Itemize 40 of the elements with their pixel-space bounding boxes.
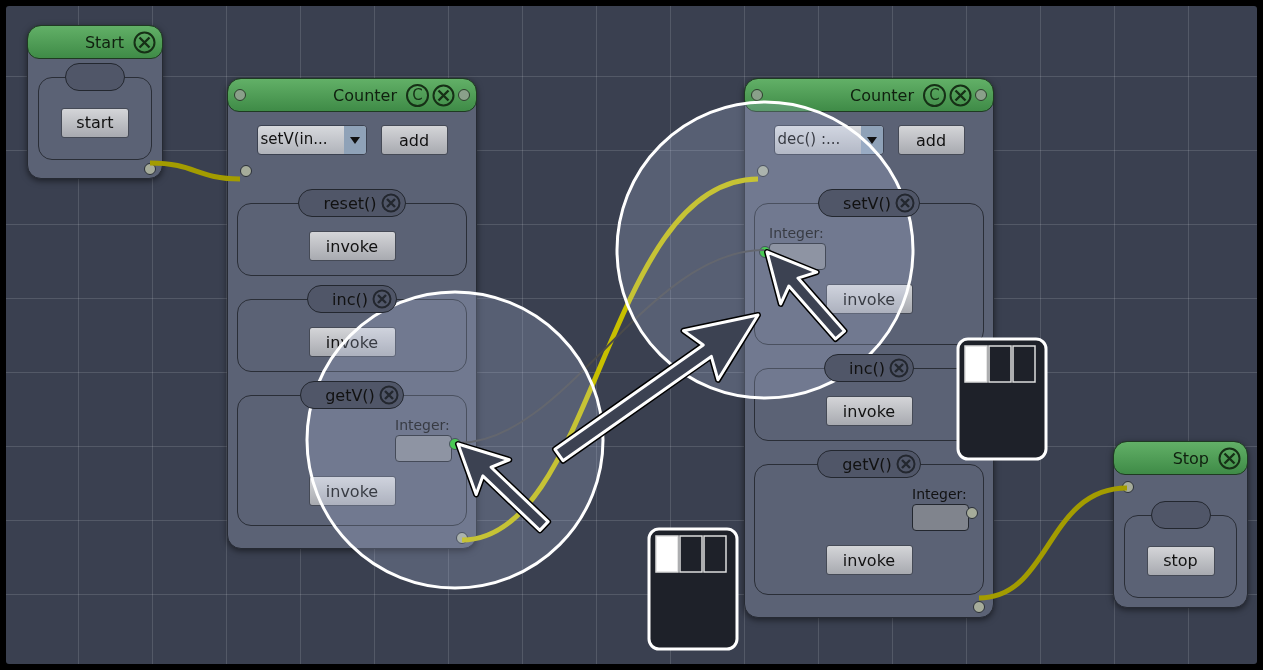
invoke-button[interactable]: invoke	[308, 231, 396, 261]
caret-icon[interactable]	[860, 126, 883, 154]
method-name: getV()	[842, 454, 892, 474]
header-port-icon[interactable]	[975, 89, 987, 101]
start-button[interactable]: start	[61, 107, 129, 138]
caret-icon[interactable]	[343, 126, 366, 154]
close-icon[interactable]	[133, 30, 156, 54]
invoke-button[interactable]: invoke	[308, 327, 396, 357]
invoke-button[interactable]: invoke	[825, 396, 913, 426]
method-dropdown[interactable]: setV(in...	[256, 125, 367, 155]
method-name: getV()	[325, 385, 375, 405]
result-label: Integer:	[395, 417, 450, 433]
param-label: Integer:	[769, 225, 824, 241]
node-title: Stop	[1172, 448, 1209, 468]
method-name: setV()	[843, 193, 891, 213]
method-name: inc()	[332, 289, 368, 309]
add-button[interactable]: add	[897, 125, 965, 155]
method-dropdown[interactable]: dec() :...	[773, 125, 884, 155]
method-name: reset()	[323, 193, 377, 213]
header-port-icon[interactable]	[751, 89, 763, 101]
class-button[interactable]: C	[406, 83, 429, 107]
method-name: inc()	[849, 358, 885, 378]
header-port-icon[interactable]	[234, 89, 246, 101]
class-button[interactable]: C	[923, 83, 946, 107]
output-field[interactable]	[912, 504, 969, 531]
header-port-icon[interactable]	[458, 89, 470, 101]
cursor-icon	[455, 441, 552, 534]
node-title: Counter	[333, 85, 397, 105]
close-icon[interactable]	[949, 83, 972, 107]
invoke-button[interactable]: invoke	[825, 284, 913, 314]
node-title: Start	[84, 32, 124, 52]
close-icon[interactable]	[1218, 446, 1241, 470]
invoke-button[interactable]: invoke	[308, 476, 396, 506]
stop-button[interactable]: stop	[1146, 545, 1215, 576]
output-field[interactable]	[395, 435, 452, 462]
add-button[interactable]: add	[380, 125, 448, 155]
close-icon[interactable]	[432, 83, 455, 107]
invoke-button[interactable]: invoke	[825, 545, 913, 575]
result-label: Integer:	[912, 486, 967, 502]
node-title: Counter	[850, 85, 914, 105]
